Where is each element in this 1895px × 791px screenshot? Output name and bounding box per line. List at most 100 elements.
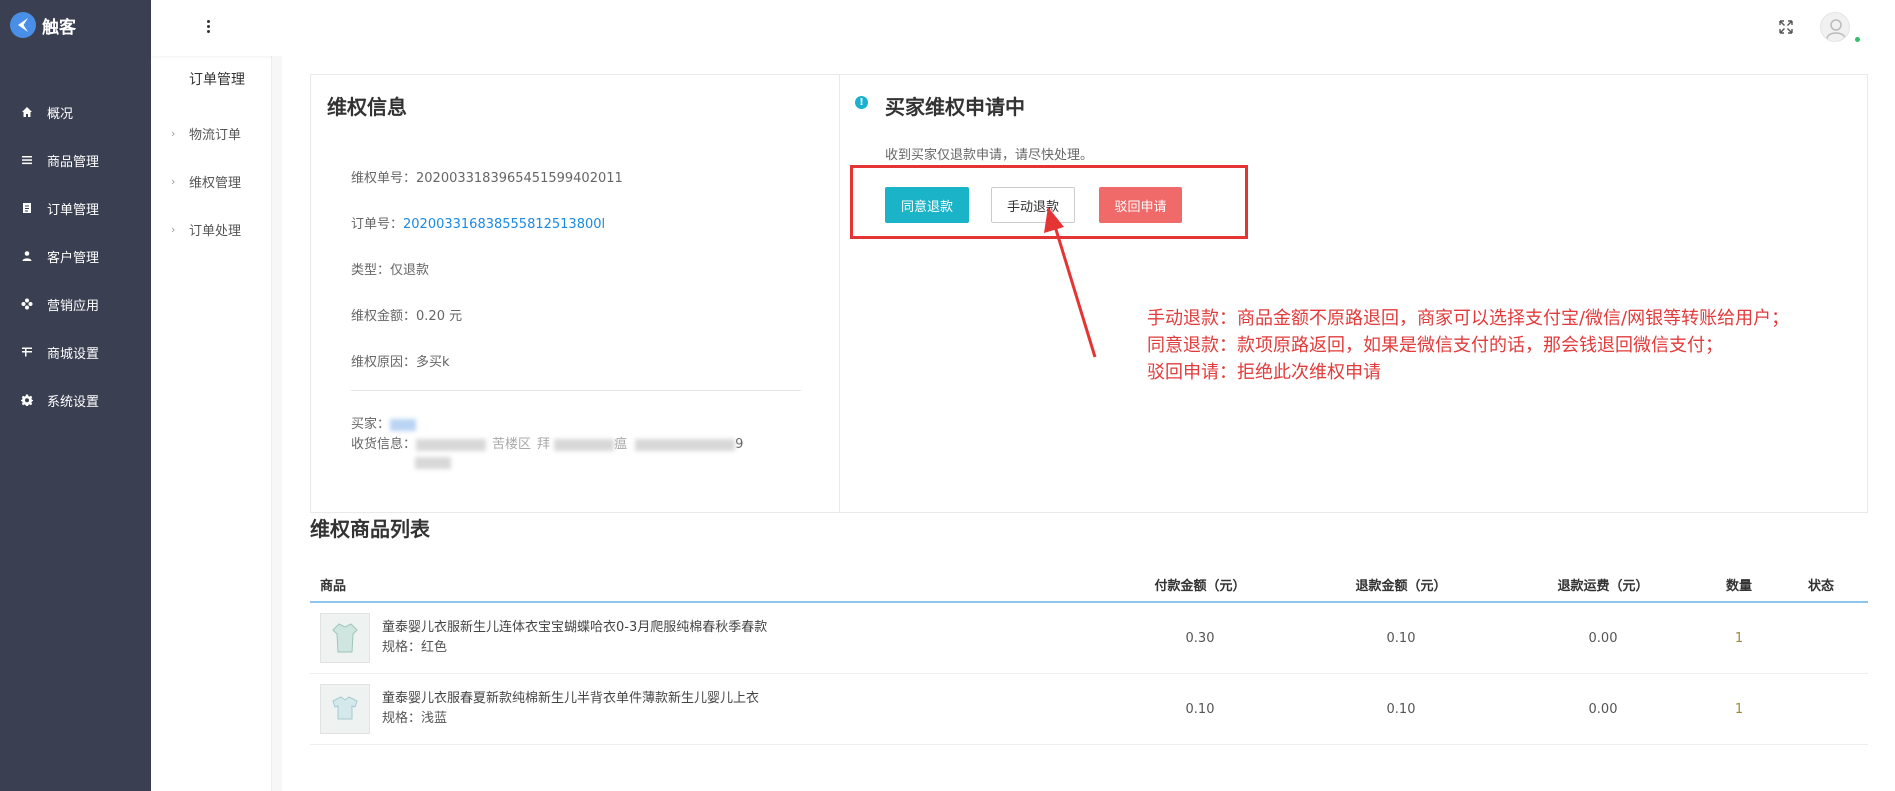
address-label: 收货信息： — [351, 437, 417, 452]
product-image[interactable] — [320, 684, 370, 734]
sidebar-item-label: 订单管理 — [47, 202, 100, 218]
store-settings-icon — [20, 346, 33, 359]
sidebar-item-marketing[interactable]: 营销应用 — [0, 280, 151, 328]
sidebar-item-label: 营销应用 — [47, 298, 100, 314]
product-cell: 童泰婴儿衣服春夏新款纯棉新生儿半背衣单件薄款新生儿婴儿上衣 规格：浅蓝 — [310, 684, 1100, 734]
home-icon — [20, 106, 33, 119]
buyer-name-redacted[interactable] — [390, 418, 417, 431]
column-header-shipping: 退款运费（元） — [1557, 579, 1649, 594]
subnav-item-label: 物流订单 — [189, 128, 242, 143]
address-row-2 — [415, 455, 451, 470]
rights-number-value: 2020033183965451599402011 — [416, 171, 623, 186]
gear-icon — [20, 394, 33, 407]
subnav-item-label: 订单处理 — [189, 224, 242, 239]
sidebar-item-label: 商品管理 — [47, 154, 100, 170]
amount-row: 维权金额：0.20 元 — [351, 305, 462, 324]
address-fragment: 瘟 — [614, 437, 628, 452]
annotation-note: 手动退款：商品金额不原路退回，商家可以选择支付宝/微信/网银等转账给用户； 同意… — [1147, 305, 1789, 386]
sidebar-item-system-settings[interactable]: 系统设置 — [0, 376, 151, 424]
divider — [351, 390, 801, 391]
rights-product-list-title: 维权商品列表 — [310, 517, 430, 541]
sidebar-menu: 概况 商品管理 订单管理 客户管理 营销应用 商城设置 系统设置 — [0, 88, 151, 424]
address-tail: 9 — [735, 437, 744, 452]
product-name[interactable]: 童泰婴儿衣服春夏新款纯棉新生儿半背衣单件薄款新生儿婴儿上衣 — [382, 689, 759, 709]
type-row: 类型：仅退款 — [351, 259, 429, 278]
redacted-block — [635, 438, 736, 451]
rights-product-table: 商品 付款金额（元） 退款金额（元） 退款运费（元） 数量 状态 童泰婴儿衣服新… — [310, 568, 1868, 745]
app-name: 触客 — [42, 17, 76, 38]
rights-number-label: 维权单号： — [351, 171, 417, 186]
amount-label: 维权金额： — [351, 309, 417, 324]
annotation-line: 手动退款：商品金额不原路退回，商家可以选择支付宝/微信/网银等转账给用户； — [1147, 308, 1790, 329]
refund-amount: 0.10 — [1386, 701, 1416, 717]
logo[interactable]: 触客 — [10, 12, 76, 38]
chevron-right-icon: › — [171, 175, 176, 188]
column-header-paid: 付款金额（元） — [1154, 579, 1246, 594]
avatar[interactable] — [1820, 12, 1850, 42]
paid-amount: 0.30 — [1185, 630, 1215, 646]
sidebar-item-label: 客户管理 — [47, 250, 100, 266]
list-icon — [20, 154, 33, 167]
sub-navigation: 订单管理 › 物流订单 › 维权管理 › 订单处理 — [151, 0, 272, 791]
column-header-product: 商品 — [320, 579, 347, 594]
product-name[interactable]: 童泰婴儿衣服新生儿连体衣宝宝蝴蝶哈衣0-3月爬服纯棉春秋季春款 — [382, 618, 767, 638]
top-bar — [151, 0, 1895, 56]
product-spec: 规格：红色 — [382, 640, 448, 655]
logo-icon — [10, 12, 36, 38]
annotation-line: 驳回申请：拒绝此次维权申请 — [1147, 362, 1381, 383]
fullscreen-icon[interactable] — [1778, 19, 1794, 35]
redacted-block — [554, 438, 615, 451]
annotation-line: 同意退款：款项原路返回，如果是微信支付的话，那会钱退回微信支付； — [1147, 335, 1723, 356]
sidebar-item-store-settings[interactable]: 商城设置 — [0, 328, 151, 376]
amount-value: 0.20 元 — [416, 309, 463, 324]
subnav-item-rights-management[interactable]: › 维权管理 — [171, 172, 241, 191]
order-icon — [20, 202, 33, 215]
sidebar-item-label: 商城设置 — [47, 346, 100, 362]
address-fragment: 拜 — [537, 437, 551, 452]
product-cell: 童泰婴儿衣服新生儿连体衣宝宝蝴蝶哈衣0-3月爬服纯棉春秋季春款 规格：红色 — [310, 613, 1100, 663]
quantity: 1 — [1734, 701, 1744, 717]
redacted-block — [415, 456, 451, 469]
address-row: 收货信息： 苦楼区拜 瘟 9 — [351, 433, 743, 452]
status-title: 买家维权申请中 — [885, 95, 1025, 119]
buyer-row: 买家： — [351, 413, 417, 432]
address-fragment: 苦楼区 — [492, 437, 532, 452]
sidebar-item-label: 系统设置 — [47, 394, 100, 410]
type-label: 类型： — [351, 263, 391, 278]
sidebar-item-label: 概况 — [47, 106, 74, 122]
chevron-right-icon: › — [171, 127, 176, 140]
buyer-label: 买家： — [351, 417, 391, 432]
quantity: 1 — [1734, 630, 1744, 646]
sidebar-item-products[interactable]: 商品管理 — [0, 136, 151, 184]
more-menu-icon[interactable] — [205, 20, 211, 36]
subnav-item-order-processing[interactable]: › 订单处理 — [171, 220, 241, 239]
column-header-quantity: 数量 — [1725, 579, 1752, 594]
annotation-arrow-icon — [1044, 207, 1097, 358]
sidebar-item-overview[interactable]: 概况 — [0, 88, 151, 136]
table-row: 童泰婴儿衣服新生儿连体衣宝宝蝴蝶哈衣0-3月爬服纯棉春秋季春款 规格：红色 0.… — [310, 603, 1868, 674]
reason-label: 维权原因： — [351, 355, 417, 370]
sidebar-item-customers[interactable]: 客户管理 — [0, 232, 151, 280]
refund-shipping: 0.00 — [1588, 630, 1618, 646]
subnav-item-label: 维权管理 — [189, 176, 242, 191]
user-icon — [20, 250, 33, 263]
table-header: 商品 付款金额（元） 退款金额（元） 退款运费（元） 数量 状态 — [310, 568, 1868, 603]
table-row: 童泰婴儿衣服春夏新款纯棉新生儿半背衣单件薄款新生儿婴儿上衣 规格：浅蓝 0.10… — [310, 674, 1868, 745]
sidebar-item-orders[interactable]: 订单管理 — [0, 184, 151, 232]
redacted-block — [416, 438, 487, 451]
rights-info-panel: 维权信息 维权单号：2020033183965451599402011 订单号：… — [310, 74, 840, 513]
product-image[interactable] — [320, 613, 370, 663]
reason-value: 多买k — [416, 355, 450, 370]
reason-row: 维权原因：多买k — [351, 351, 450, 370]
subnav-item-logistics-orders[interactable]: › 物流订单 — [171, 124, 241, 143]
order-number-row: 订单号：202003316838555812513800l — [351, 213, 605, 232]
rights-number-row: 维权单号：2020033183965451599402011 — [351, 167, 623, 186]
order-number-label: 订单号： — [351, 217, 404, 232]
rights-info-title: 维权信息 — [327, 95, 407, 119]
order-number-link[interactable]: 202003316838555812513800l — [403, 217, 605, 232]
paid-amount: 0.10 — [1185, 701, 1215, 717]
subnav-title: 订单管理 — [189, 72, 245, 88]
sidebar: 触客 概况 商品管理 订单管理 客户管理 营销应用 商城设置 系统设置 — [0, 0, 151, 791]
online-status-dot — [1854, 36, 1861, 43]
product-spec: 规格：浅蓝 — [382, 711, 448, 726]
